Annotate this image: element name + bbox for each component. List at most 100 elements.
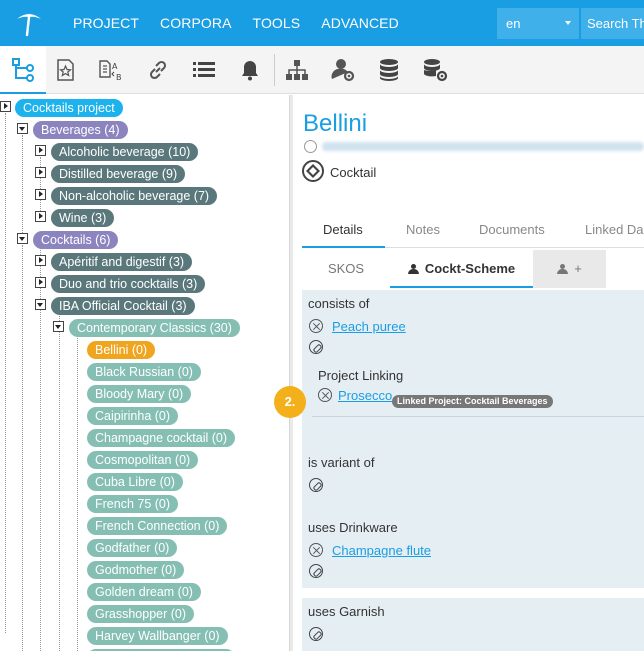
tree-node-leaf[interactable]: Cosmopolitan (0) xyxy=(87,451,199,469)
hierarchy-tree-icon[interactable] xyxy=(0,46,46,94)
server-gear-icon[interactable] xyxy=(412,46,458,94)
expand-toggle[interactable] xyxy=(35,167,46,178)
search-input[interactable]: Search Th xyxy=(581,8,644,39)
expand-toggle[interactable] xyxy=(35,255,46,266)
person-icon xyxy=(557,264,569,274)
concept-detail-panel: Bellini Cocktail Details Notes Documents… xyxy=(294,95,644,651)
menu-corpora[interactable]: CORPORA xyxy=(160,15,232,31)
tab-details[interactable]: Details xyxy=(323,222,363,237)
tree-node-leaf[interactable]: Cuba Libre (0) xyxy=(87,473,183,491)
menu-tools[interactable]: TOOLS xyxy=(253,15,301,31)
tree-node-beverages[interactable]: Beverages (4) xyxy=(33,121,128,139)
bell-icon[interactable] xyxy=(227,46,273,94)
expand-toggle[interactable] xyxy=(0,101,11,112)
active-tab-indicator xyxy=(302,246,385,248)
project-linking-box: Project Linking Prosecco xyxy=(312,360,644,417)
tree-node-leaf[interactable]: Godmother (0) xyxy=(87,561,185,579)
tree-node-duo-trio[interactable]: Duo and trio cocktails (3) xyxy=(51,275,206,293)
top-navigation-bar: PROJECT CORPORA TOOLS ADVANCED en Search… xyxy=(0,0,644,46)
tree-node-alcoholic[interactable]: Alcoholic beverage (10) xyxy=(51,143,199,161)
search-placeholder: Search Th xyxy=(587,16,644,31)
database-icon[interactable] xyxy=(366,46,412,94)
tree-connector xyxy=(59,311,60,651)
tree-node-leaf[interactable]: Bloody Mary (0) xyxy=(87,385,192,403)
tree-node-leaf[interactable]: Harvey Wallbanger (0) xyxy=(87,627,228,645)
tree-node-leaf[interactable]: Grasshopper (0) xyxy=(87,605,195,623)
tab-documents[interactable]: Documents xyxy=(479,222,545,237)
tree-connector xyxy=(22,135,23,239)
linked-project-tag: Linked Project: Cocktail Beverages xyxy=(392,395,553,408)
tree-node-root[interactable]: Cocktails project xyxy=(15,99,123,117)
link-icon[interactable] xyxy=(135,46,181,94)
collapse-toggle[interactable] xyxy=(17,123,28,134)
user-gear-icon[interactable] xyxy=(320,46,366,94)
tree-connector xyxy=(40,157,41,217)
panel-splitter[interactable] xyxy=(289,95,293,651)
tree-node-cocktails[interactable]: Cocktails (6) xyxy=(33,231,119,249)
relation-label-uses-drinkware: uses Drinkware xyxy=(308,520,398,535)
add-relation-icon[interactable] xyxy=(309,478,323,492)
tree-node-leaf[interactable]: Black Russian (0) xyxy=(87,363,201,381)
list-icon[interactable] xyxy=(181,46,227,94)
add-relation-icon[interactable] xyxy=(309,340,323,354)
language-value: en xyxy=(506,16,521,31)
expand-toggle[interactable] xyxy=(35,211,46,222)
concept-title: Bellini xyxy=(303,110,368,137)
edit-uri-icon[interactable] xyxy=(304,140,317,153)
concept-type-icon xyxy=(302,160,324,182)
tree-node-leaf[interactable]: Godfather (0) xyxy=(87,539,178,557)
main-menu: PROJECT CORPORA TOOLS ADVANCED xyxy=(73,15,420,31)
tree-node-distilled[interactable]: Distilled beverage (9) xyxy=(51,165,186,183)
tree-node-leaf[interactable]: French 75 (0) xyxy=(87,495,179,513)
tree-node-leaf[interactable]: Champagne cocktail (0) xyxy=(87,429,236,447)
collapse-toggle[interactable] xyxy=(35,299,46,310)
remove-icon[interactable] xyxy=(309,543,323,557)
step-badge: 2. xyxy=(274,386,306,418)
concept-uri-blurred xyxy=(322,142,644,151)
section-is-variant-of: is variant of xyxy=(302,448,644,503)
tab-linked-data[interactable]: Linked Da xyxy=(585,222,644,237)
subtab-cockt-scheme-label: Cockt-Scheme xyxy=(424,261,516,276)
subtab-cockt-scheme[interactable]: Cockt-Scheme xyxy=(390,250,533,288)
svg-text:A: A xyxy=(112,62,118,71)
menu-project[interactable]: PROJECT xyxy=(73,15,139,31)
tree-node-leaf[interactable]: French Connection (0) xyxy=(87,517,228,535)
org-chart-icon[interactable] xyxy=(274,46,320,94)
tree-node-contemporary[interactable]: Contemporary Classics (30) xyxy=(69,319,240,337)
collapse-toggle[interactable] xyxy=(53,321,64,332)
concept-type-label[interactable]: Cocktail xyxy=(330,165,376,180)
tree-node-bellini-selected[interactable]: Bellini (0) xyxy=(87,341,156,359)
remove-icon[interactable] xyxy=(318,388,332,402)
tree-connector xyxy=(5,113,6,633)
language-select[interactable]: en xyxy=(497,8,579,39)
tree-node-wine[interactable]: Wine (3) xyxy=(51,209,115,227)
tree-node-non-alcoholic[interactable]: Non-alcoholic beverage (7) xyxy=(51,187,218,205)
tree-node-leaf[interactable]: Caipirinha (0) xyxy=(87,407,179,425)
toolbar: AB xyxy=(0,46,644,94)
relation-link-peach-puree[interactable]: Peach puree xyxy=(332,319,406,334)
add-relation-icon[interactable] xyxy=(309,564,323,578)
expand-toggle[interactable] xyxy=(35,145,46,156)
menu-advanced[interactable]: ADVANCED xyxy=(321,15,399,31)
scheme-subtabs: SKOS Cockt-Scheme + xyxy=(302,250,644,288)
bookmark-star-icon[interactable] xyxy=(42,46,88,94)
tree-node-aperitif[interactable]: Apéritif and digestif (3) xyxy=(51,253,193,271)
relation-link-prosecco[interactable]: Prosecco xyxy=(338,388,392,403)
relation-link-champagne-flute[interactable]: Champagne flute xyxy=(332,543,431,558)
tree-node-iba[interactable]: IBA Official Cocktail (3) xyxy=(51,297,195,315)
expand-toggle[interactable] xyxy=(35,277,46,288)
collapse-toggle[interactable] xyxy=(17,233,28,244)
concept-tree: Cocktails project Beverages (4) Alcoholi… xyxy=(0,95,289,651)
tab-notes[interactable]: Notes xyxy=(406,222,440,237)
abc-transform-icon[interactable]: AB xyxy=(88,46,134,94)
tree-connector xyxy=(77,333,78,651)
relation-label-uses-garnish: uses Garnish xyxy=(308,604,385,619)
subtab-skos[interactable]: SKOS xyxy=(302,250,390,288)
app-logo-icon[interactable] xyxy=(14,9,44,37)
expand-toggle[interactable] xyxy=(35,189,46,200)
section-uses-drinkware: uses Drinkware Champagne flute xyxy=(302,513,644,588)
tree-node-leaf[interactable]: Golden dream (0) xyxy=(87,583,201,601)
remove-icon[interactable] xyxy=(309,319,323,333)
add-relation-icon[interactable] xyxy=(309,627,323,641)
subtab-add-scheme[interactable]: + xyxy=(533,250,606,288)
